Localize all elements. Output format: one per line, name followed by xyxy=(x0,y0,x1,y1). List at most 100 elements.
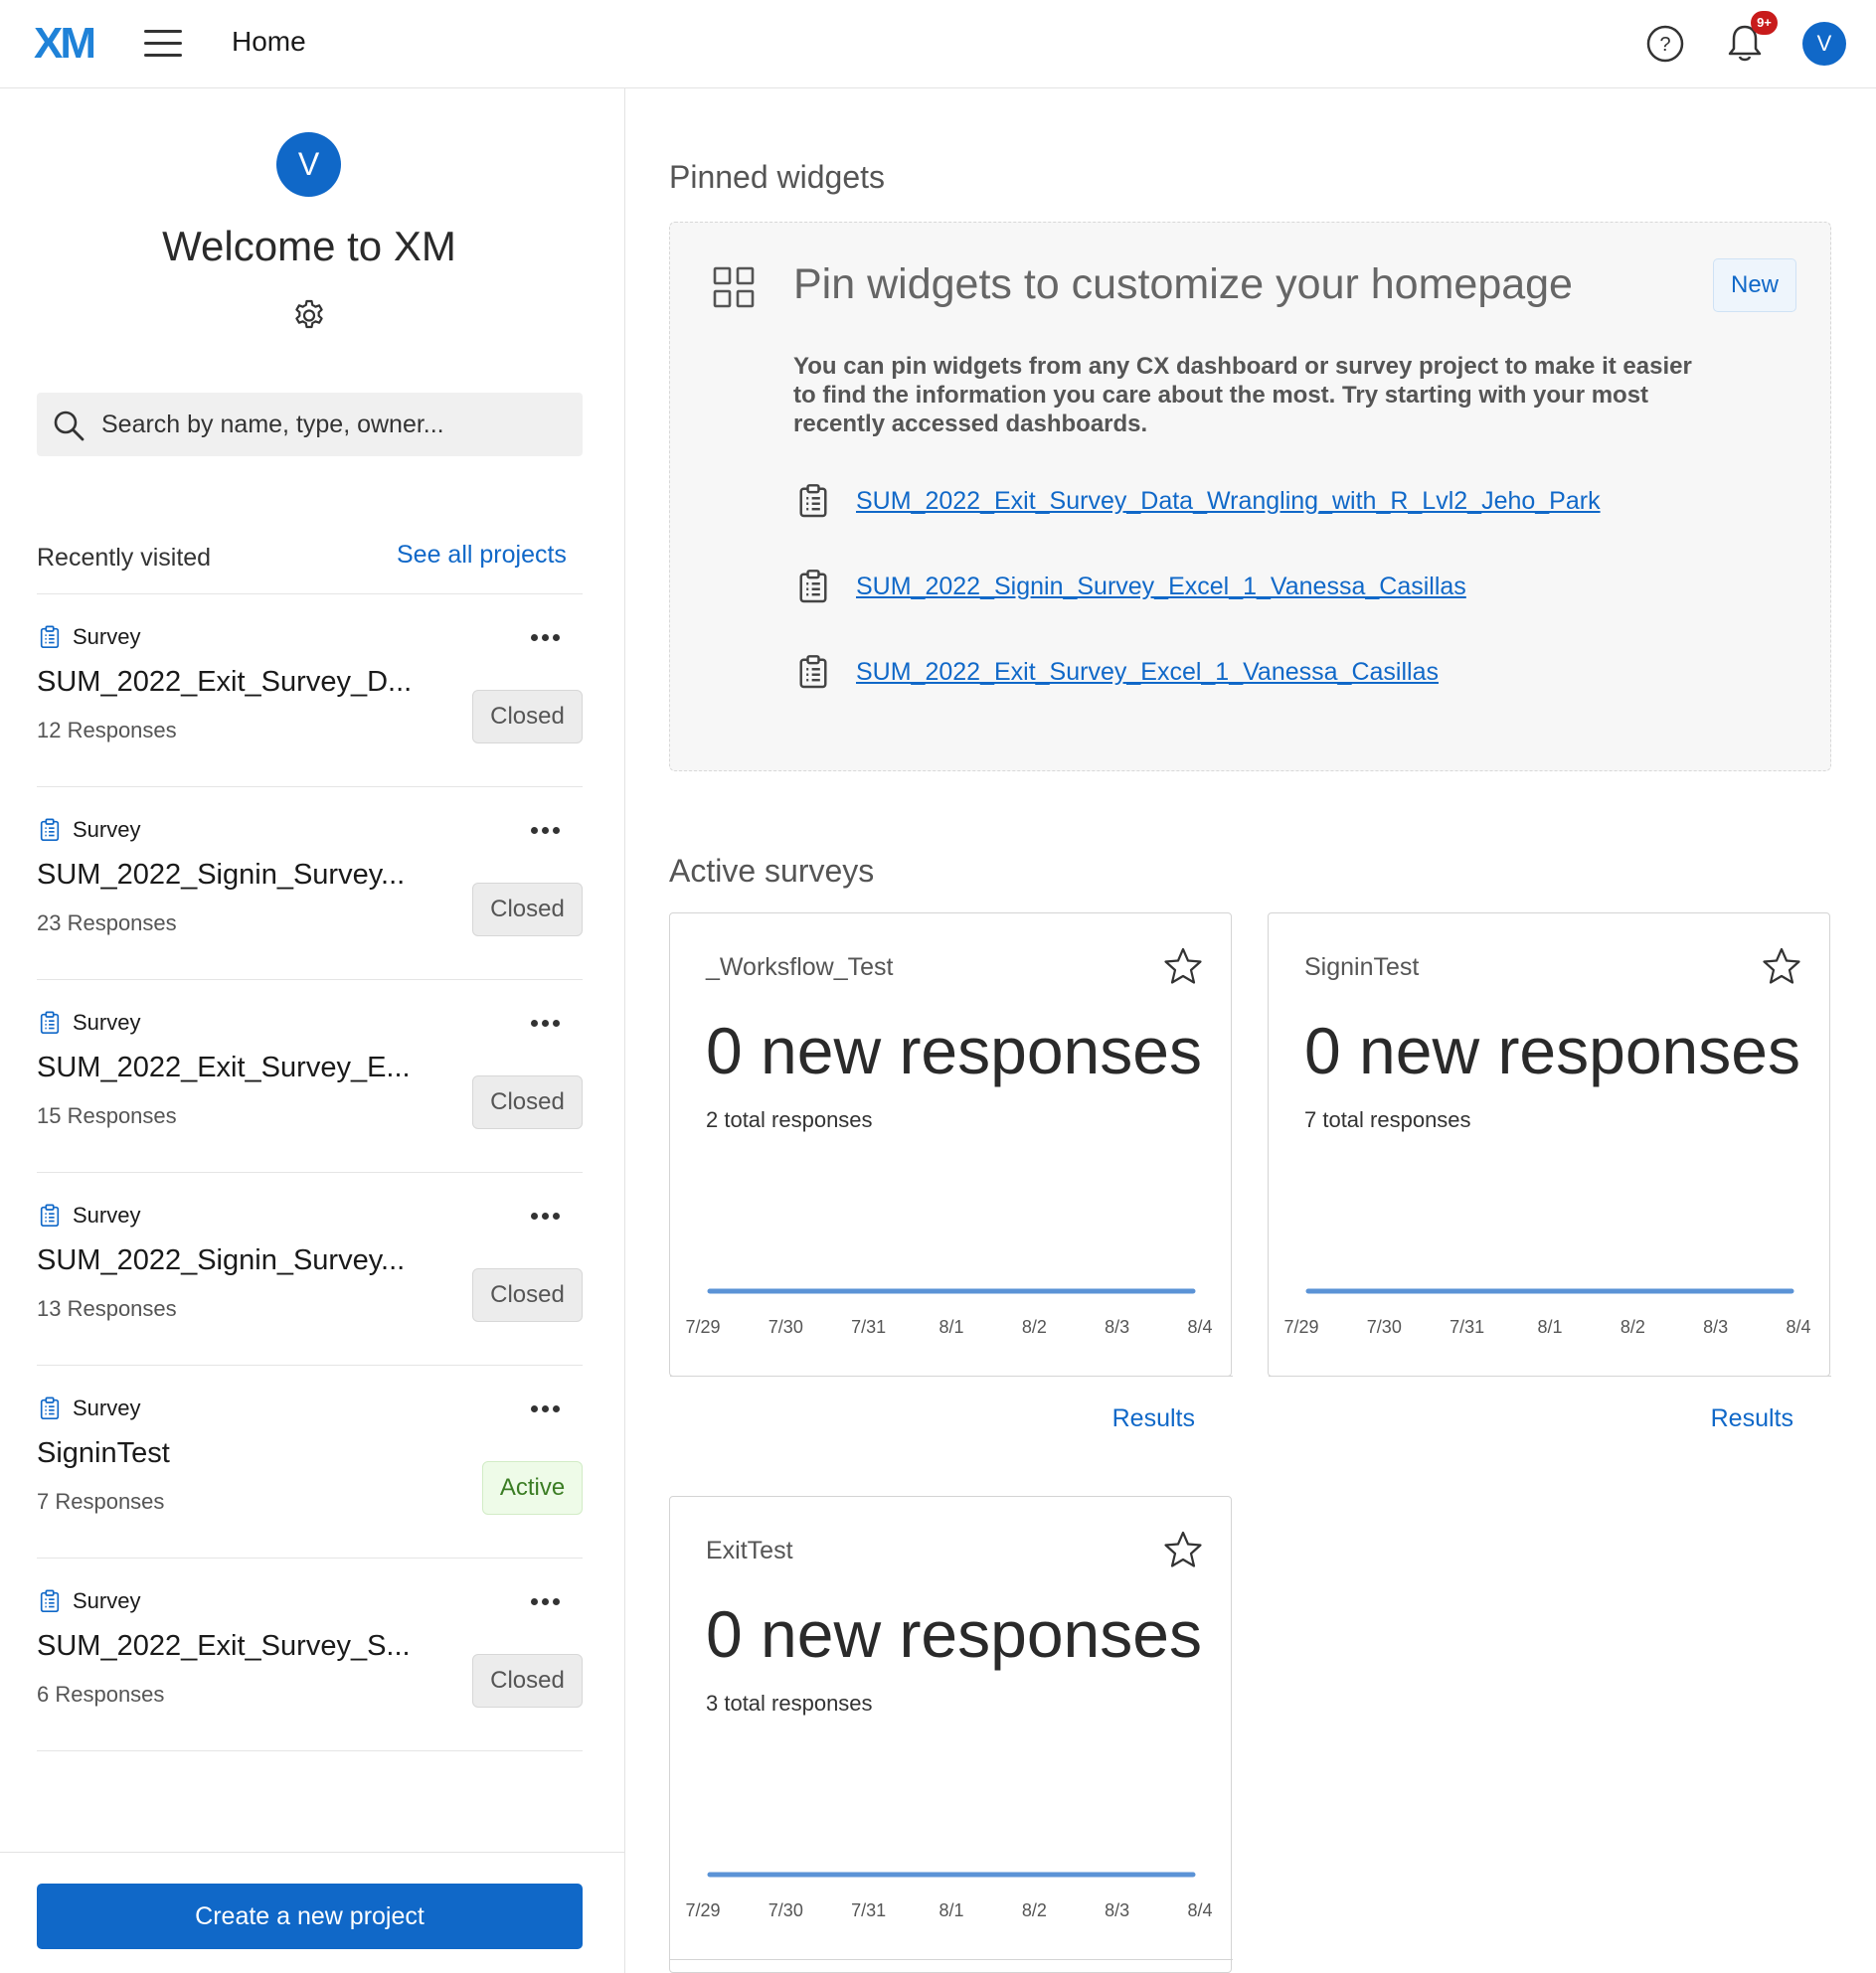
status-badge: Closed xyxy=(472,690,583,743)
project-response-count: 13 Responses xyxy=(37,1296,177,1321)
search-box xyxy=(37,393,583,456)
status-badge: Closed xyxy=(472,883,583,936)
survey-icon xyxy=(40,625,60,648)
total-responses: 3 total responses xyxy=(706,1691,873,1716)
pinned-project-link[interactable]: SUM_2022_Exit_Survey_Excel_1_Vanessa_Cas… xyxy=(856,658,1439,687)
recently-visited-label: Recently visited xyxy=(37,544,212,572)
x-tick-label: 8/4 xyxy=(1187,1317,1212,1337)
more-options-icon[interactable] xyxy=(531,1014,567,1030)
x-tick-label: 7/31 xyxy=(1450,1317,1484,1337)
project-list-item[interactable]: Survey SUM_2022_Exit_Survey_S... 6 Respons… xyxy=(37,1559,583,1751)
results-link[interactable]: Results xyxy=(1711,1404,1793,1433)
project-name[interactable]: SigninTest xyxy=(37,1437,170,1470)
x-tick-label: 7/29 xyxy=(1283,1317,1318,1337)
page-title: Home xyxy=(232,26,306,57)
x-tick-label: 7/31 xyxy=(851,1317,886,1337)
widgets-grid-icon xyxy=(713,266,755,308)
responses-trend-chart: 7/29 7/30 7/31 8/1 8/2 8/3 8/4 xyxy=(685,1288,1213,1337)
x-tick-label: 7/29 xyxy=(685,1317,720,1337)
xm-logo[interactable]: XM xyxy=(34,22,96,66)
project-type: Survey xyxy=(73,1203,141,1228)
gear-icon[interactable] xyxy=(291,297,327,333)
project-type: Survey xyxy=(73,817,141,842)
help-icon[interactable]: ? xyxy=(1645,24,1685,64)
survey-icon xyxy=(40,818,60,841)
x-tick-label: 8/1 xyxy=(938,1317,963,1337)
pinned-widgets-card: Pin widgets to customize your homepage N… xyxy=(669,222,1831,771)
more-options-icon[interactable] xyxy=(531,1207,567,1223)
card-footer-divider xyxy=(1269,1376,1831,1377)
survey-icon xyxy=(799,570,827,603)
project-name[interactable]: SUM_2022_Exit_Survey_S... xyxy=(37,1630,411,1663)
project-response-count: 7 Responses xyxy=(37,1489,165,1514)
more-options-icon[interactable] xyxy=(531,628,567,644)
x-tick-label: 8/3 xyxy=(1105,1317,1129,1337)
survey-icon xyxy=(40,1204,60,1227)
user-avatar[interactable]: V xyxy=(1802,22,1846,66)
svg-text:?: ? xyxy=(1659,34,1670,56)
project-name[interactable]: SUM_2022_Exit_Survey_D... xyxy=(37,666,412,699)
active-survey-card: _Worksflow_Test 0 new responses 2 total re… xyxy=(669,912,1233,1432)
project-name[interactable]: SUM_2022_Exit_Survey_E... xyxy=(37,1052,411,1084)
favorite-star-icon[interactable] xyxy=(1163,1530,1203,1569)
project-response-count: 12 Responses xyxy=(37,718,177,742)
profile-avatar: V xyxy=(276,132,341,197)
more-options-icon[interactable] xyxy=(531,1592,567,1608)
status-badge: Active xyxy=(482,1461,583,1515)
x-tick-label: 8/1 xyxy=(938,1900,963,1920)
project-response-count: 6 Responses xyxy=(37,1682,165,1707)
new-responses-count: 0 new responses xyxy=(706,1597,1202,1671)
survey-icon xyxy=(799,655,827,689)
project-list-item[interactable]: Survey SigninTest 7 Responses Active xyxy=(37,1366,583,1559)
survey-name: SigninTest xyxy=(1304,953,1420,981)
create-project-button[interactable]: Create a new project xyxy=(37,1884,583,1949)
results-link[interactable]: Results xyxy=(1112,1404,1195,1433)
favorite-star-icon[interactable] xyxy=(1762,946,1801,986)
project-type: Survey xyxy=(73,1588,141,1613)
search-input[interactable] xyxy=(101,405,569,444)
new-responses-count: 0 new responses xyxy=(1304,1014,1800,1087)
x-tick-label: 8/2 xyxy=(1022,1900,1047,1920)
favorite-star-icon[interactable] xyxy=(1163,946,1203,986)
welcome-heading: Welcome to XM xyxy=(162,223,456,269)
status-badge: Closed xyxy=(472,1268,583,1322)
survey-name: ExitTest xyxy=(706,1537,793,1564)
project-name[interactable]: SUM_2022_Signin_Survey... xyxy=(37,1244,405,1277)
project-response-count: 23 Responses xyxy=(37,910,177,935)
project-list-item[interactable]: Survey SUM_2022_Exit_Survey_E... 15 Respon… xyxy=(37,980,583,1173)
more-options-icon[interactable] xyxy=(531,821,567,837)
x-tick-label: 8/3 xyxy=(1703,1317,1728,1337)
status-badge: Closed xyxy=(472,1075,583,1129)
x-tick-label: 8/1 xyxy=(1537,1317,1562,1337)
x-tick-label: 8/2 xyxy=(1620,1317,1645,1337)
project-type: Survey xyxy=(73,1396,141,1420)
see-all-projects-link[interactable]: See all projects xyxy=(397,541,567,570)
pin-widgets-heading: Pin widgets to customize your homepage xyxy=(793,260,1573,308)
project-list-item[interactable]: Survey SUM_2022_Signin_Survey... 13 Respon… xyxy=(37,1173,583,1366)
project-list-item[interactable]: Survey SUM_2022_Exit_Survey_D... 12 Respon… xyxy=(37,594,583,787)
survey-name: _Worksflow_Test xyxy=(706,953,894,981)
survey-icon xyxy=(40,1397,60,1419)
pinned-project-link[interactable]: SUM_2022_Exit_Survey_Data_Wrangling_with… xyxy=(856,487,1601,516)
x-tick-label: 7/30 xyxy=(1367,1317,1402,1337)
new-responses-count: 0 new responses xyxy=(706,1014,1202,1087)
survey-icon xyxy=(799,484,827,518)
card-footer-divider xyxy=(670,1376,1233,1377)
more-options-icon[interactable] xyxy=(531,1399,567,1415)
responses-trend-chart: 7/29 7/30 7/31 8/1 8/2 8/3 8/4 xyxy=(685,1872,1213,1920)
x-tick-label: 8/3 xyxy=(1105,1900,1129,1920)
left-panel: V Welcome to XM Recently visited See all… xyxy=(0,88,625,1973)
menu-icon[interactable] xyxy=(144,30,182,58)
total-responses: 7 total responses xyxy=(1304,1107,1471,1132)
x-tick-label: 8/2 xyxy=(1022,1317,1047,1337)
project-response-count: 15 Responses xyxy=(37,1103,177,1128)
pinned-project-link[interactable]: SUM_2022_Signin_Survey_Excel_1_Vanessa_C… xyxy=(856,573,1466,601)
project-list-item[interactable]: Survey SUM_2022_Signin_Survey... 23 Respon… xyxy=(37,787,583,980)
pinned-widgets-title: Pinned widgets xyxy=(669,159,886,195)
search-icon xyxy=(54,411,85,441)
project-name[interactable]: SUM_2022_Signin_Survey... xyxy=(37,859,405,892)
active-survey-card: SigninTest 0 new responses 7 total respons… xyxy=(1268,912,1831,1432)
x-tick-label: 7/30 xyxy=(768,1317,803,1337)
total-responses: 2 total responses xyxy=(706,1107,873,1132)
notification-badge: 9+ xyxy=(1751,11,1778,35)
